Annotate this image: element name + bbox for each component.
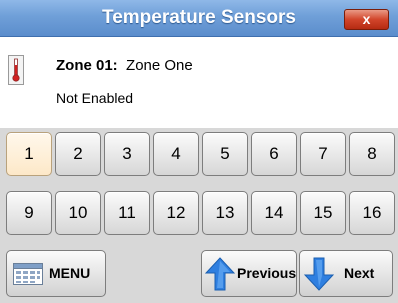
zone-button-9[interactable]: 9 (6, 191, 52, 235)
zone-button-3[interactable]: 3 (104, 132, 150, 176)
zone-button-14[interactable]: 14 (251, 191, 297, 235)
zone-button-12[interactable]: 12 (153, 191, 199, 235)
zone-name: Zone One (126, 57, 193, 74)
zone-button-8[interactable]: 8 (349, 132, 395, 176)
next-button[interactable]: Next (299, 250, 393, 297)
menu-grid-icon (13, 263, 43, 285)
zone-button-10[interactable]: 10 (55, 191, 101, 235)
zone-button-grid: 1 2 3 4 5 6 7 8 9 10 11 12 13 14 15 16 M… (0, 128, 398, 303)
arrow-up-icon (205, 257, 235, 291)
zone-button-15[interactable]: 15 (300, 191, 346, 235)
zone-button-6[interactable]: 6 (251, 132, 297, 176)
zone-number-label: Zone 01: (56, 57, 118, 74)
zone-button-1[interactable]: 1 (6, 132, 52, 176)
zone-heading: Zone 01: Zone One (56, 57, 193, 74)
close-button[interactable]: x (344, 9, 389, 30)
next-label: Next (344, 265, 375, 281)
menu-button[interactable]: MENU (6, 250, 106, 297)
zone-status: Not Enabled (56, 90, 134, 106)
zone-button-5[interactable]: 5 (202, 132, 248, 176)
zone-button-4[interactable]: 4 (153, 132, 199, 176)
previous-button[interactable]: Previous (201, 250, 297, 297)
previous-label: Previous (237, 265, 297, 281)
zone-button-13[interactable]: 13 (202, 191, 248, 235)
zone-info-panel: Zone 01: Zone One Not Enabled (0, 37, 398, 127)
title-bar: Temperature Sensors x (0, 0, 398, 37)
zone-button-16[interactable]: 16 (349, 191, 395, 235)
thermometer-icon (8, 55, 24, 85)
window-title: Temperature Sensors (102, 7, 296, 28)
zone-button-2[interactable]: 2 (55, 132, 101, 176)
zone-button-11[interactable]: 11 (104, 191, 150, 235)
menu-label: MENU (49, 265, 91, 281)
zone-button-7[interactable]: 7 (300, 132, 346, 176)
arrow-down-icon (304, 257, 334, 291)
